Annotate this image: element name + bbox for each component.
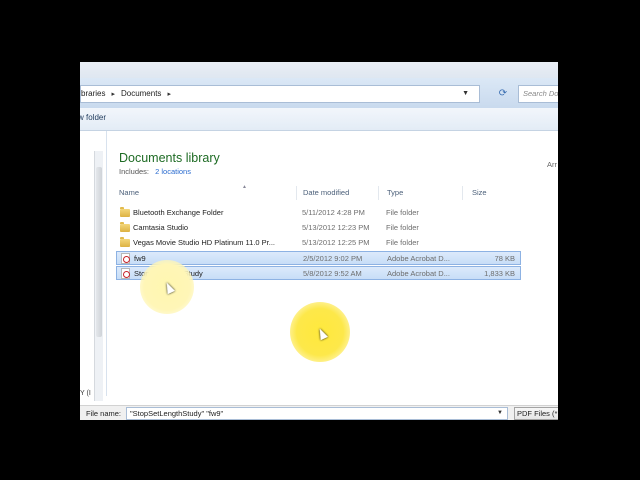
filename-input[interactable]: "StopSetLengthStudy" "fw9" bbox=[126, 407, 508, 420]
file-size: 1,833 KB bbox=[484, 269, 515, 278]
file-date: 5/8/2012 9:52 AM bbox=[303, 269, 362, 278]
file-size: 78 KB bbox=[494, 254, 515, 263]
column-header-date[interactable]: Date modified bbox=[303, 188, 349, 197]
library-includes: Includes: 2 locations bbox=[119, 167, 191, 176]
breadcrumb[interactable]: braries ▸ Documents ▸ ▼ bbox=[80, 85, 480, 103]
column-divider[interactable] bbox=[296, 186, 297, 200]
folder-icon bbox=[120, 237, 130, 247]
refresh-icon[interactable]: ⟳ bbox=[495, 86, 511, 102]
library-title: Documents library bbox=[119, 151, 220, 165]
command-bar: w folder bbox=[80, 108, 558, 131]
chevron-right-icon[interactable]: ▸ bbox=[167, 87, 171, 103]
nav-item-drive[interactable]: Y (I bbox=[80, 390, 91, 397]
file-name: Camtasia Studio bbox=[133, 223, 189, 232]
file-date: 5/13/2012 12:25 PM bbox=[302, 238, 370, 247]
locations-link[interactable]: 2 locations bbox=[155, 167, 191, 176]
file-date: 2/5/2012 9:02 PM bbox=[303, 254, 363, 263]
file-name: Vegas Movie Studio HD Platinum 11.0 Pr..… bbox=[133, 238, 276, 247]
arrange-by-label[interactable]: Arr bbox=[547, 160, 557, 169]
file-row[interactable]: Vegas Movie Studio HD Platinum 11.0 Pr..… bbox=[116, 236, 521, 250]
nav-scrollbar[interactable] bbox=[94, 151, 103, 401]
file-type: Adobe Acrobat D... bbox=[387, 269, 450, 278]
file-type: File folder bbox=[386, 238, 419, 247]
includes-label: Includes: bbox=[119, 167, 150, 176]
title-bar bbox=[80, 62, 558, 78]
column-header-type[interactable]: Type bbox=[387, 188, 403, 197]
filename-dropdown-icon[interactable]: ▼ bbox=[497, 410, 503, 416]
file-row[interactable]: Camtasia Studio 5/13/2012 12:23 PM File fo… bbox=[116, 221, 521, 235]
column-header-size[interactable]: Size bbox=[472, 188, 487, 197]
chevron-right-icon[interactable]: ▸ bbox=[111, 87, 115, 103]
filename-label: File name: bbox=[86, 409, 122, 418]
column-headers: ▲ Name Date modified Type Size bbox=[116, 184, 516, 200]
breadcrumb-item-documents[interactable]: Documents bbox=[121, 86, 161, 102]
file-type: File folder bbox=[386, 223, 419, 232]
filetype-select[interactable]: PDF Files (* bbox=[514, 407, 558, 420]
pdf-icon bbox=[121, 253, 130, 264]
address-dropdown-icon[interactable]: ▼ bbox=[462, 86, 469, 102]
pdf-icon bbox=[121, 268, 130, 279]
file-date: 5/11/2012 4:28 PM bbox=[302, 208, 365, 217]
nav-scrollbar-thumb[interactable] bbox=[96, 167, 102, 337]
folder-icon bbox=[120, 222, 130, 232]
sort-caret-icon: ▲ bbox=[242, 184, 247, 190]
file-name: Bluetooth Exchange Folder bbox=[133, 208, 224, 217]
file-date: 5/13/2012 12:23 PM bbox=[302, 223, 370, 232]
new-folder-button[interactable]: w folder bbox=[80, 113, 106, 122]
folder-icon bbox=[120, 207, 130, 217]
file-type: File folder bbox=[386, 208, 419, 217]
column-divider[interactable] bbox=[378, 186, 379, 200]
filename-bar: File name: "StopSetLengthStudy" "fw9" ▼ … bbox=[80, 405, 558, 420]
file-type: Adobe Acrobat D... bbox=[387, 254, 450, 263]
search-input[interactable]: Search Do bbox=[518, 85, 558, 103]
file-row[interactable]: Bluetooth Exchange Folder 5/11/2012 4:28 … bbox=[116, 206, 521, 220]
column-divider[interactable] bbox=[462, 186, 463, 200]
navigation-pane bbox=[80, 131, 107, 401]
breadcrumb-item-libraries[interactable]: braries bbox=[81, 86, 105, 102]
file-open-dialog: braries ▸ Documents ▸ ▼ ⟳ Search Do w folde… bbox=[80, 62, 558, 420]
address-bar: braries ▸ Documents ▸ ▼ ⟳ Search Do bbox=[80, 78, 558, 108]
column-header-name[interactable]: Name bbox=[119, 188, 139, 197]
